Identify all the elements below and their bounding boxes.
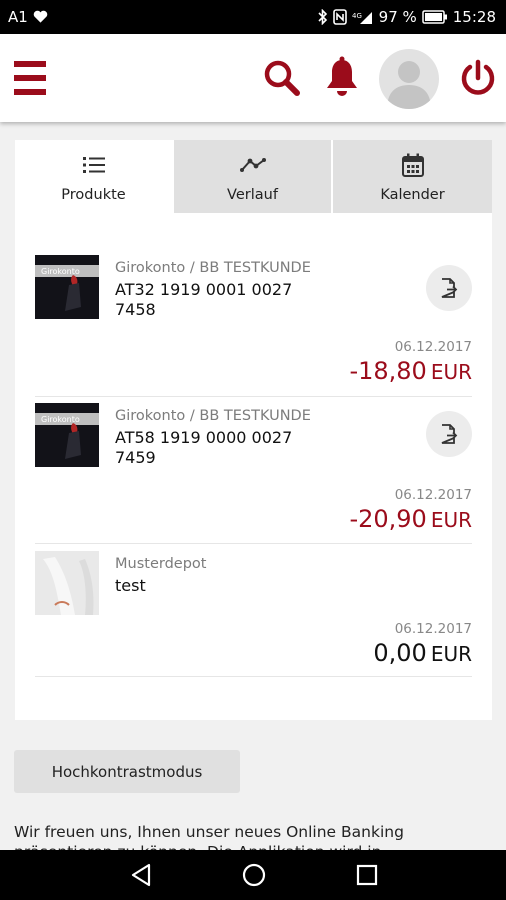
product-number: AT58 1919 0000 0027 7459 [115,428,293,467]
tab-kalender[interactable]: Kalender [333,140,492,213]
product-date: 06.12.2017 [394,621,472,637]
product-name: Musterdepot [115,556,207,572]
status-bar: A1 4G 97 % 15:28 [0,0,506,34]
tab-label: Produkte [61,187,126,203]
recents-icon[interactable] [354,862,380,888]
back-icon[interactable] [128,862,154,888]
clock: 15:28 [452,8,496,26]
nfc-icon [332,9,347,25]
chart-line-icon [239,153,266,177]
thumb-label: Girokonto [41,267,80,276]
product-date: 06.12.2017 [394,339,472,355]
calendar-icon [401,153,424,177]
bluetooth-icon [318,9,328,25]
balance-currency: EUR [430,360,472,384]
app-bar [0,34,506,122]
signal-icon: 4G [352,9,374,25]
search-icon[interactable] [263,59,301,101]
balance-value: 0,00 [373,639,427,667]
balance-currency: EUR [430,642,472,666]
tab-label: Verlauf [227,187,278,203]
balance-currency: EUR [430,508,472,532]
high-contrast-button[interactable]: Hochkontrastmodus [14,750,240,793]
power-icon[interactable] [459,59,497,101]
products-card: Produkte Verlauf Kalender Girokonto Giro… [15,140,492,720]
tab-bar: Produkte Verlauf Kalender [15,140,492,213]
battery-icon [422,10,448,24]
statement-button[interactable] [426,411,472,457]
balance-value: -18,80 [349,357,427,385]
tab-label: Kalender [380,187,445,203]
home-icon[interactable] [241,862,267,888]
product-thumbnail: Girokonto [35,255,99,319]
product-name: Girokonto / BB TESTKUNDE [115,408,311,424]
system-nav-bar [0,850,506,900]
product-item[interactable]: Girokonto Girokonto / BB TESTKUNDE AT32 … [35,255,472,397]
document-export-icon [441,424,458,444]
thumb-label: Girokonto [41,415,80,424]
avatar[interactable] [379,49,439,109]
product-name: Girokonto / BB TESTKUNDE [115,260,311,276]
product-thumbnail [35,551,99,615]
product-balance: 0,00 EUR [373,639,472,667]
tab-verlauf[interactable]: Verlauf [174,140,331,213]
product-date: 06.12.2017 [394,487,472,503]
product-balance: -20,90 EUR [349,505,472,533]
list-icon [82,153,105,177]
product-thumbnail: Girokonto [35,403,99,467]
product-item[interactable]: Musterdepot test 06.12.2017 0,00 EUR [35,551,472,677]
svg-text:4G: 4G [352,12,362,20]
bell-icon[interactable] [325,56,359,102]
battery-percent: 97 % [378,8,417,26]
product-item[interactable]: Girokonto Girokonto / BB TESTKUNDE AT58 … [35,403,472,544]
carrier-label: A1 [8,8,28,26]
document-export-icon [441,278,458,298]
product-number: AT32 1919 0001 0027 7458 [115,280,293,319]
tab-produkte[interactable]: Produkte [15,140,172,213]
heart-icon [33,10,48,24]
statement-button[interactable] [426,265,472,311]
menu-icon[interactable] [14,61,46,95]
product-number: test [115,576,146,595]
product-balance: -18,80 EUR [349,357,472,385]
balance-value: -20,90 [349,505,427,533]
